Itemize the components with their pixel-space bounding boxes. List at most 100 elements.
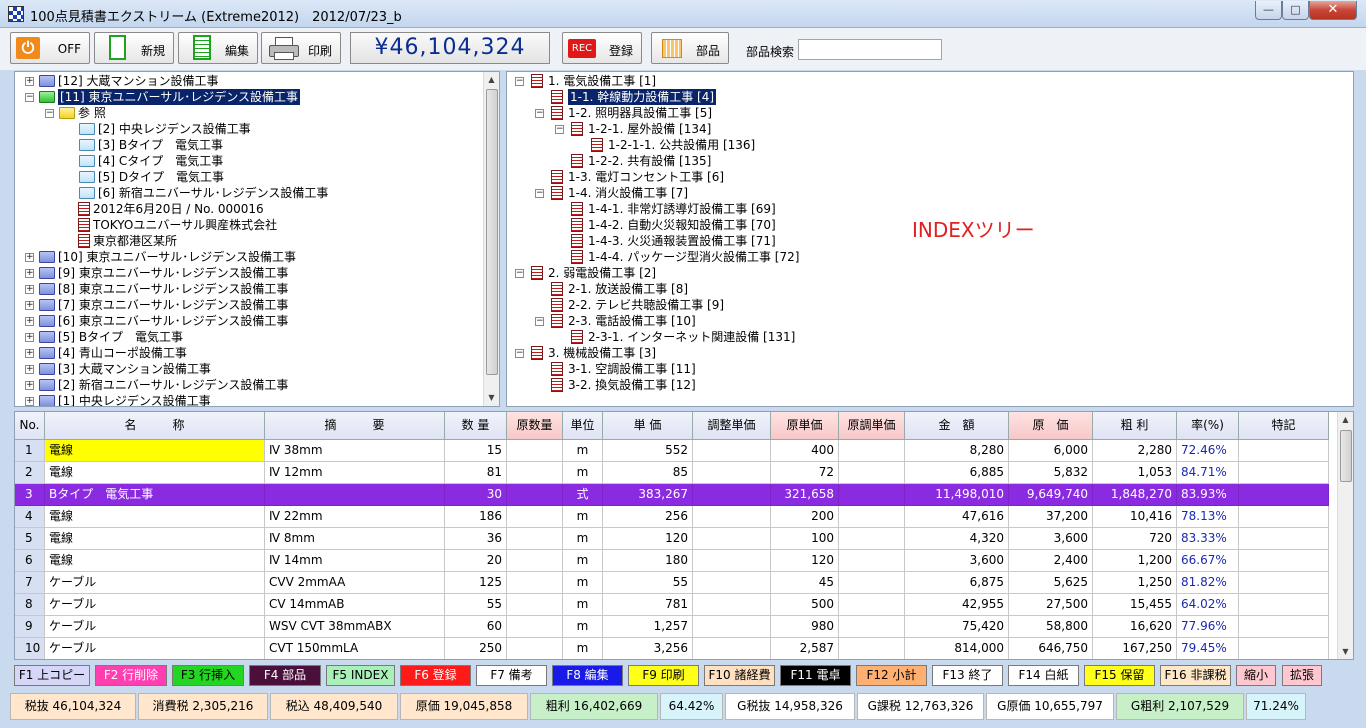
- close-button[interactable]: ✕: [1309, 1, 1357, 20]
- function-key-button[interactable]: F8 編集: [552, 665, 623, 686]
- table-cell[interactable]: CVT 150mmLA: [265, 638, 445, 659]
- table-cell[interactable]: 6,885: [905, 462, 1009, 484]
- table-cell[interactable]: 2,280: [1093, 440, 1177, 462]
- column-header[interactable]: No.: [15, 412, 45, 440]
- tree-node[interactable]: + [2] 新宿ユニバーサル･レジデンス設備工事: [15, 377, 475, 393]
- table-cell[interactable]: 3,600: [1009, 528, 1093, 550]
- function-key-button[interactable]: F5 INDEX: [326, 665, 395, 686]
- table-cell[interactable]: [1239, 506, 1329, 528]
- table-cell[interactable]: [507, 594, 563, 616]
- tree-node[interactable]: + [3] 大蔵マンション設備工事: [15, 361, 475, 377]
- tree-node[interactable]: 2012年6月20日 / No. 000016: [15, 201, 475, 217]
- expand-toggle-icon[interactable]: −: [45, 109, 54, 118]
- table-cell[interactable]: [1239, 594, 1329, 616]
- table-cell[interactable]: 15,455: [1093, 594, 1177, 616]
- table-cell[interactable]: 電線: [45, 506, 265, 528]
- table-row[interactable]: 8 ケーブル CV 14mmAB 55 m 781 500 42,955 27,500 15,45…: [15, 594, 1329, 616]
- expand-toggle-icon[interactable]: +: [25, 349, 34, 358]
- expand-toggle-icon[interactable]: −: [555, 125, 564, 134]
- table-cell[interactable]: 100: [771, 528, 839, 550]
- table-cell[interactable]: 72.46%: [1177, 440, 1239, 462]
- function-key-button[interactable]: 拡張: [1282, 665, 1322, 686]
- table-cell[interactable]: 11,498,010: [905, 484, 1009, 506]
- column-header[interactable]: 名 称: [45, 412, 265, 440]
- table-cell[interactable]: 7: [15, 572, 45, 594]
- table-cell[interactable]: m: [563, 638, 603, 659]
- grid-scrollbar[interactable]: ▲ ▼: [1337, 412, 1353, 659]
- table-cell[interactable]: m: [563, 550, 603, 572]
- table-cell[interactable]: 6,000: [1009, 440, 1093, 462]
- table-cell[interactable]: 3,256: [603, 638, 693, 659]
- expand-toggle-icon[interactable]: +: [25, 333, 34, 342]
- tree-node[interactable]: [2] 中央レジデンス設備工事: [15, 121, 475, 137]
- table-cell[interactable]: m: [563, 528, 603, 550]
- table-cell[interactable]: 8,280: [905, 440, 1009, 462]
- table-cell[interactable]: [839, 572, 905, 594]
- index-tree-node[interactable]: 3-1. 空調設備工事 [11]: [507, 361, 1327, 377]
- table-cell[interactable]: [693, 572, 771, 594]
- table-cell[interactable]: 552: [603, 440, 693, 462]
- index-tree-node[interactable]: − 3. 機械設備工事 [3]: [507, 345, 1327, 361]
- function-key-button[interactable]: F3 行挿入: [172, 665, 244, 686]
- table-row[interactable]: 7 ケーブル CVV 2mmAA 125 m 55 45 6,875 5,625 1,250 81.…: [15, 572, 1329, 594]
- tree-node[interactable]: + [8] 東京ユニバーサル･レジデンス設備工事: [15, 281, 475, 297]
- function-key-button[interactable]: F7 備考: [476, 665, 547, 686]
- index-tree-node[interactable]: − 1-2. 照明器具設備工事 [5]: [507, 105, 1327, 121]
- table-cell[interactable]: 250: [445, 638, 507, 659]
- tree-node[interactable]: [3] Bタイプ 電気工事: [15, 137, 475, 153]
- table-cell[interactable]: [507, 638, 563, 659]
- table-cell[interactable]: [1239, 440, 1329, 462]
- table-cell[interactable]: 125: [445, 572, 507, 594]
- table-cell[interactable]: [693, 462, 771, 484]
- table-row[interactable]: 3 Bタイプ 電気工事 30 式 383,267 321,658 11,498,010 9,6…: [15, 484, 1329, 506]
- table-cell[interactable]: 45: [771, 572, 839, 594]
- table-cell[interactable]: 72: [771, 462, 839, 484]
- table-cell[interactable]: 10,416: [1093, 506, 1177, 528]
- table-cell[interactable]: [693, 638, 771, 659]
- table-cell[interactable]: m: [563, 572, 603, 594]
- expand-toggle-icon[interactable]: +: [25, 253, 34, 262]
- scroll-up-icon[interactable]: ▲: [484, 72, 499, 87]
- table-cell[interactable]: 1: [15, 440, 45, 462]
- column-header[interactable]: 特記: [1239, 412, 1329, 440]
- table-cell[interactable]: 1,250: [1093, 572, 1177, 594]
- expand-toggle-icon[interactable]: +: [25, 285, 34, 294]
- index-tree-node[interactable]: 3-2. 換気設備工事 [12]: [507, 377, 1327, 393]
- table-cell[interactable]: 5,832: [1009, 462, 1093, 484]
- table-cell[interactable]: [839, 440, 905, 462]
- column-header[interactable]: 原 価: [1009, 412, 1093, 440]
- table-cell[interactable]: [507, 506, 563, 528]
- index-tree-node[interactable]: 1-2-1-1. 公共設備用 [136]: [507, 137, 1327, 153]
- table-cell[interactable]: 電線: [45, 462, 265, 484]
- function-key-button[interactable]: F2 行削除: [95, 665, 167, 686]
- column-header[interactable]: 原調単価: [839, 412, 905, 440]
- table-cell[interactable]: 120: [771, 550, 839, 572]
- tree-node[interactable]: − [11] 東京ユニバーサル･レジデンス設備工事: [15, 89, 475, 105]
- table-cell[interactable]: 720: [1093, 528, 1177, 550]
- expand-toggle-icon[interactable]: −: [535, 189, 544, 198]
- table-row[interactable]: 9 ケーブル WSV CVT 38mmABX 60 m 1,257 980 75,420 58,…: [15, 616, 1329, 638]
- table-cell[interactable]: 2,587: [771, 638, 839, 659]
- table-cell[interactable]: [507, 462, 563, 484]
- table-cell[interactable]: [507, 572, 563, 594]
- table-cell[interactable]: Ⅳ 38mm: [265, 440, 445, 462]
- expand-toggle-icon[interactable]: +: [25, 301, 34, 310]
- table-row[interactable]: 5 電線 Ⅳ 8mm 36 m 120 100 4,320 3,600 720 83.33%: [15, 528, 1329, 550]
- table-cell[interactable]: [839, 638, 905, 659]
- scroll-thumb[interactable]: [486, 89, 498, 375]
- table-cell[interactable]: 15: [445, 440, 507, 462]
- column-header[interactable]: 率(%): [1177, 412, 1239, 440]
- table-cell[interactable]: 78.13%: [1177, 506, 1239, 528]
- register-button[interactable]: REC 登録: [562, 32, 642, 64]
- table-cell[interactable]: 321,658: [771, 484, 839, 506]
- index-tree-node[interactable]: 1-1. 幹線動力設備工事 [4]: [507, 89, 1327, 105]
- table-cell[interactable]: 400: [771, 440, 839, 462]
- tree-node[interactable]: + [5] Bタイプ 電気工事: [15, 329, 475, 345]
- edit-button[interactable]: 編集: [178, 32, 258, 64]
- table-cell[interactable]: 83.93%: [1177, 484, 1239, 506]
- project-tree-scrollbar[interactable]: ▲ ▼: [483, 72, 499, 406]
- function-key-button[interactable]: F16 非課税: [1160, 665, 1231, 686]
- table-cell[interactable]: [507, 484, 563, 506]
- table-cell[interactable]: 167,250: [1093, 638, 1177, 659]
- table-cell[interactable]: m: [563, 594, 603, 616]
